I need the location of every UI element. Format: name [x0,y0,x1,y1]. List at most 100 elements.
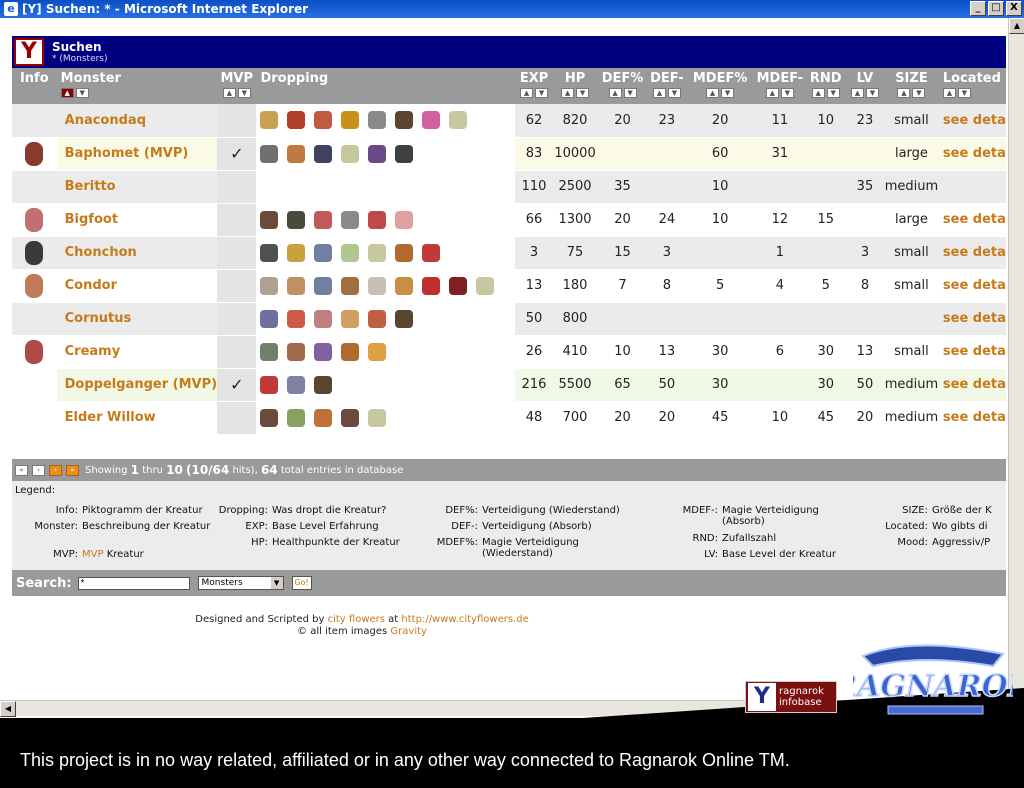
item-icon[interactable] [314,309,333,328]
item-icon[interactable] [260,342,279,361]
col-def[interactable]: DEF- ▲ ▼ [647,68,687,104]
item-icon[interactable] [287,243,306,262]
monster-link[interactable]: Elder Willow [56,401,218,435]
see-details-link[interactable]: see deta [938,104,1006,138]
item-icon[interactable] [341,309,360,328]
item-icon[interactable] [341,243,360,262]
item-icon[interactable] [287,408,306,427]
col-mdef-pct[interactable]: MDEF% ▲ ▼ [686,68,755,104]
item-icon[interactable] [260,144,279,163]
monster-link[interactable]: Chonchon [56,236,218,270]
item-icon[interactable] [395,111,414,130]
col-exp[interactable]: EXP ▲ ▼ [515,68,553,104]
item-icon[interactable] [449,276,468,295]
item-icon[interactable] [287,342,306,361]
gravity-link[interactable]: Gravity [390,626,427,637]
monster-link[interactable]: Anacondaq [56,104,218,138]
item-icon[interactable] [287,144,306,163]
see-details-link[interactable]: see deta [938,335,1006,369]
see-details-link[interactable]: see deta [938,368,1006,402]
item-icon[interactable] [314,210,333,229]
see-details-link[interactable]: see deta [938,236,1006,270]
see-details-link[interactable]: see deta [938,401,1006,435]
sort-asc-icon[interactable]: ▲ [561,88,575,98]
item-icon[interactable] [314,243,333,262]
col-def-pct[interactable]: DEF% ▲ ▼ [597,68,648,104]
item-icon[interactable] [314,144,333,163]
col-monster[interactable]: Monster ▲ ▼ [56,68,218,104]
monster-link[interactable]: Beritto [56,170,218,204]
sort-asc-icon[interactable]: ▲ [652,88,666,98]
item-icon[interactable] [395,144,414,163]
item-icon[interactable] [395,243,414,262]
col-lv[interactable]: LV ▲ ▼ [845,68,885,104]
item-icon[interactable] [314,276,333,295]
sort-asc-icon[interactable]: ▲ [942,88,956,98]
first-page-icon[interactable]: « [15,464,28,476]
item-icon[interactable] [314,408,333,427]
item-icon[interactable] [260,111,279,130]
item-icon[interactable] [395,276,414,295]
sort-asc-icon[interactable]: ▲ [765,88,779,98]
sort-desc-icon[interactable]: ▼ [780,88,794,98]
item-icon[interactable] [368,210,387,229]
item-icon[interactable] [368,111,387,130]
item-icon[interactable] [287,210,306,229]
item-icon[interactable] [368,342,387,361]
sort-desc-icon[interactable]: ▼ [576,88,590,98]
item-icon[interactable] [260,375,279,394]
see-details-link[interactable]: see deta [938,302,1006,336]
maximize-button[interactable]: □ [988,1,1004,16]
item-icon[interactable] [395,309,414,328]
next-page-icon[interactable]: › [49,464,62,476]
monster-link[interactable]: Doppelganger (MVP) [56,368,218,402]
col-mvp[interactable]: MVP ▲ ▼ [217,68,257,104]
sort-desc-icon[interactable]: ▼ [957,88,971,98]
scroll-up-icon[interactable]: ▲ [1009,18,1024,34]
sort-asc-icon[interactable]: ▲ [897,88,911,98]
close-button[interactable]: X [1006,1,1022,16]
col-rnd[interactable]: RND ▲ ▼ [805,68,846,104]
item-icon[interactable] [395,210,414,229]
col-hp[interactable]: HP ▲ ▼ [552,68,598,104]
item-icon[interactable] [341,111,360,130]
item-icon[interactable] [449,111,468,130]
item-icon[interactable] [260,309,279,328]
item-icon[interactable] [287,111,306,130]
item-icon[interactable] [341,210,360,229]
item-icon[interactable] [476,276,495,295]
item-icon[interactable] [368,408,387,427]
sort-desc-icon[interactable]: ▼ [535,88,549,98]
col-mdef[interactable]: MDEF- ▲ ▼ [754,68,806,104]
vertical-scrollbar[interactable]: ▲ [1008,18,1024,700]
item-icon[interactable] [368,309,387,328]
sort-asc-icon[interactable]: ▲ [60,88,74,98]
sort-asc-icon[interactable]: ▲ [850,88,864,98]
sort-desc-icon[interactable]: ▼ [912,88,926,98]
sort-desc-icon[interactable]: ▼ [75,88,89,98]
sort-asc-icon[interactable]: ▲ [608,88,622,98]
item-icon[interactable] [341,342,360,361]
prev-page-icon[interactable]: ‹ [32,464,45,476]
item-icon[interactable] [368,243,387,262]
sort-desc-icon[interactable]: ▼ [721,88,735,98]
monster-link[interactable]: Cornutus [56,302,218,336]
sort-asc-icon[interactable]: ▲ [811,88,825,98]
website-link[interactable]: http://www.cityflowers.de [401,614,528,625]
item-icon[interactable] [422,243,441,262]
monster-link[interactable]: Baphomet (MVP) [56,137,218,171]
sort-asc-icon[interactable]: ▲ [520,88,534,98]
item-icon[interactable] [287,375,306,394]
minimize-button[interactable]: _ [970,1,986,16]
item-icon[interactable] [287,276,306,295]
sort-asc-icon[interactable]: ▲ [706,88,720,98]
item-icon[interactable] [260,243,279,262]
monster-link[interactable]: Bigfoot [56,203,218,237]
monster-link[interactable]: Condor [56,269,218,303]
item-icon[interactable] [314,342,333,361]
see-details-link[interactable] [938,170,1006,204]
col-size[interactable]: SIZE ▲ ▼ [884,68,939,104]
go-button[interactable]: Go! [291,576,312,590]
sort-desc-icon[interactable]: ▼ [623,88,637,98]
monster-link[interactable]: Creamy [56,335,218,369]
